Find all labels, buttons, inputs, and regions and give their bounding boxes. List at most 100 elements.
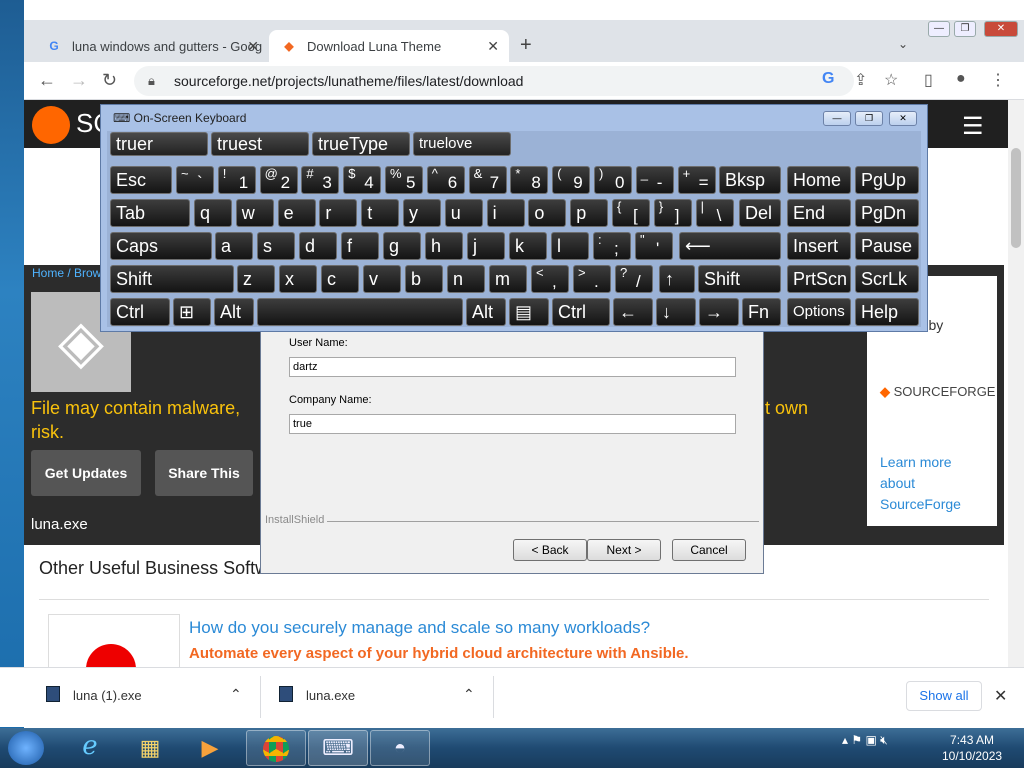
key-alt-left[interactable]: Alt (214, 298, 254, 326)
key-caps[interactable]: Caps (110, 232, 212, 260)
prediction-1[interactable]: truer (110, 132, 208, 156)
media-player-icon[interactable]: ▶ (180, 730, 240, 766)
key-8[interactable]: * 8 (510, 166, 549, 194)
forward-icon[interactable]: → (70, 70, 88, 91)
key-e[interactable]: e (277, 199, 316, 227)
internet-explorer-icon[interactable]: ℯ (60, 730, 120, 766)
key-a[interactable]: a (215, 232, 253, 260)
key-esc[interactable]: Esc (110, 166, 172, 194)
key-m[interactable]: m (489, 265, 527, 293)
key-/[interactable]: ? / (615, 265, 653, 293)
key-bksp[interactable]: Bksp (719, 166, 781, 194)
key-4[interactable]: $4 (343, 166, 382, 194)
key-1[interactable]: ! 1 (217, 166, 256, 194)
key-5[interactable]: % 5 (385, 166, 423, 194)
chevron-up-icon[interactable]: ⌃ (463, 686, 475, 703)
key-f[interactable]: f (341, 232, 379, 260)
key-n[interactable]: n (447, 265, 485, 293)
reload-icon[interactable]: ↻ (102, 70, 117, 91)
key-help[interactable]: Help (855, 298, 919, 326)
tab-download-luna[interactable]: ◆ Download Luna Theme ✕ (269, 30, 509, 62)
key-x[interactable]: x (279, 265, 317, 293)
key-down-arrow[interactable]: ↓ (656, 298, 696, 326)
key-.[interactable]: >. (573, 265, 611, 293)
key-j[interactable]: j (467, 232, 505, 260)
key-\[interactable]: | \ (695, 199, 734, 227)
prediction-4[interactable]: truelove (413, 132, 511, 156)
key-windows-icon[interactable]: ⊞ (173, 298, 211, 326)
cancel-button[interactable]: Cancel (672, 539, 746, 561)
breadcrumb[interactable]: Home / Brow (32, 266, 101, 280)
osk-close-button[interactable]: ✕ (889, 111, 917, 126)
learn-more-link[interactable]: Learn more about SourceForge (880, 452, 990, 515)
tab-google-search[interactable]: G luna windows and gutters - Goog ✕ (34, 30, 269, 62)
key-b[interactable]: b (405, 265, 443, 293)
key-home[interactable]: Home (787, 166, 851, 194)
key-ctrl-left[interactable]: Ctrl (110, 298, 170, 326)
minimize-button[interactable]: — (928, 21, 950, 37)
promo-title-link[interactable]: How do you securely manage and scale so … (189, 618, 650, 638)
key--[interactable]: _ - (635, 166, 674, 194)
back-button[interactable]: < Back (513, 539, 587, 561)
key-k[interactable]: k (509, 232, 547, 260)
key-left-arrow[interactable]: ← (613, 298, 653, 326)
key-del[interactable]: Del (739, 199, 781, 227)
key-tab[interactable]: Tab (110, 199, 190, 227)
key-pgup[interactable]: PgUp (855, 166, 919, 194)
share-this-button[interactable]: Share This (155, 450, 253, 496)
installer-taskbar-button[interactable]: ◓ (370, 730, 430, 766)
key-pgdn[interactable]: PgDn (855, 199, 919, 227)
close-tab-icon[interactable]: ✕ (487, 38, 499, 55)
key-0[interactable]: ) 0 (594, 166, 632, 194)
key-7[interactable]: & 7 (468, 166, 507, 194)
restore-button[interactable]: ❐ (954, 21, 976, 37)
osk-minimize-button[interactable]: — (823, 111, 851, 126)
chrome-taskbar-button[interactable] (246, 730, 306, 766)
scrollbar-thumb[interactable] (1011, 148, 1021, 248)
key-h[interactable]: h (425, 232, 463, 260)
key-enter[interactable]: ⟵ (679, 232, 781, 260)
next-button[interactable]: Next > (587, 539, 661, 561)
key-q[interactable]: q (194, 199, 232, 227)
key-c[interactable]: c (321, 265, 359, 293)
key-scrlk[interactable]: ScrLk (855, 265, 919, 293)
key-s[interactable]: s (257, 232, 295, 260)
key-g[interactable]: g (383, 232, 421, 260)
key-p[interactable]: p (570, 199, 609, 227)
key-options[interactable]: Options (787, 298, 851, 326)
key-l[interactable]: l (551, 232, 589, 260)
prediction-3[interactable]: trueType (312, 132, 410, 156)
profile-icon[interactable]: ● (956, 70, 966, 88)
hamburger-menu-icon[interactable]: ☰ (962, 112, 984, 141)
key-[[interactable]: {[ (612, 199, 650, 227)
share-icon[interactable]: ⇪ (854, 70, 867, 90)
new-tab-icon[interactable]: + (520, 34, 532, 57)
key-y[interactable]: y (403, 199, 441, 227)
key-;[interactable]: :; (593, 232, 631, 260)
clock[interactable]: 7:43 AM 10/10/2023 (942, 732, 1002, 764)
key-insert[interactable]: Insert (787, 232, 851, 260)
page-scrollbar[interactable] (1008, 100, 1024, 667)
back-icon[interactable]: ← (38, 70, 56, 91)
close-window-button[interactable]: ✕ (984, 21, 1018, 37)
key-6[interactable]: ^ 6 (426, 166, 465, 194)
key-space[interactable] (257, 298, 463, 326)
get-updates-button[interactable]: Get Updates (31, 450, 141, 496)
key-'[interactable]: " ' (635, 232, 673, 260)
side-panel-icon[interactable]: ▯ (924, 70, 933, 90)
user-name-field[interactable]: dartz (289, 357, 736, 377)
sourceforge-logo[interactable]: ◆ SOURCEFORGE (880, 384, 995, 400)
show-all-button[interactable]: Show all (906, 681, 982, 711)
start-button[interactable] (8, 731, 44, 765)
key-`[interactable]: ~ ` (176, 166, 214, 194)
system-tray-icons[interactable]: ▴ ⚑ ▣ 🔇︎ (842, 733, 888, 748)
close-icon[interactable]: ✕ (994, 686, 1007, 706)
key-w[interactable]: w (235, 199, 274, 227)
key-9[interactable]: (9 (552, 166, 591, 194)
key-r[interactable]: r (319, 199, 358, 227)
key-end[interactable]: End (787, 199, 851, 227)
key-alt-right[interactable]: Alt (466, 298, 506, 326)
close-tab-icon[interactable]: ✕ (247, 38, 259, 55)
key-up-arrow[interactable]: ↑ (659, 265, 695, 293)
key-v[interactable]: v (363, 265, 401, 293)
